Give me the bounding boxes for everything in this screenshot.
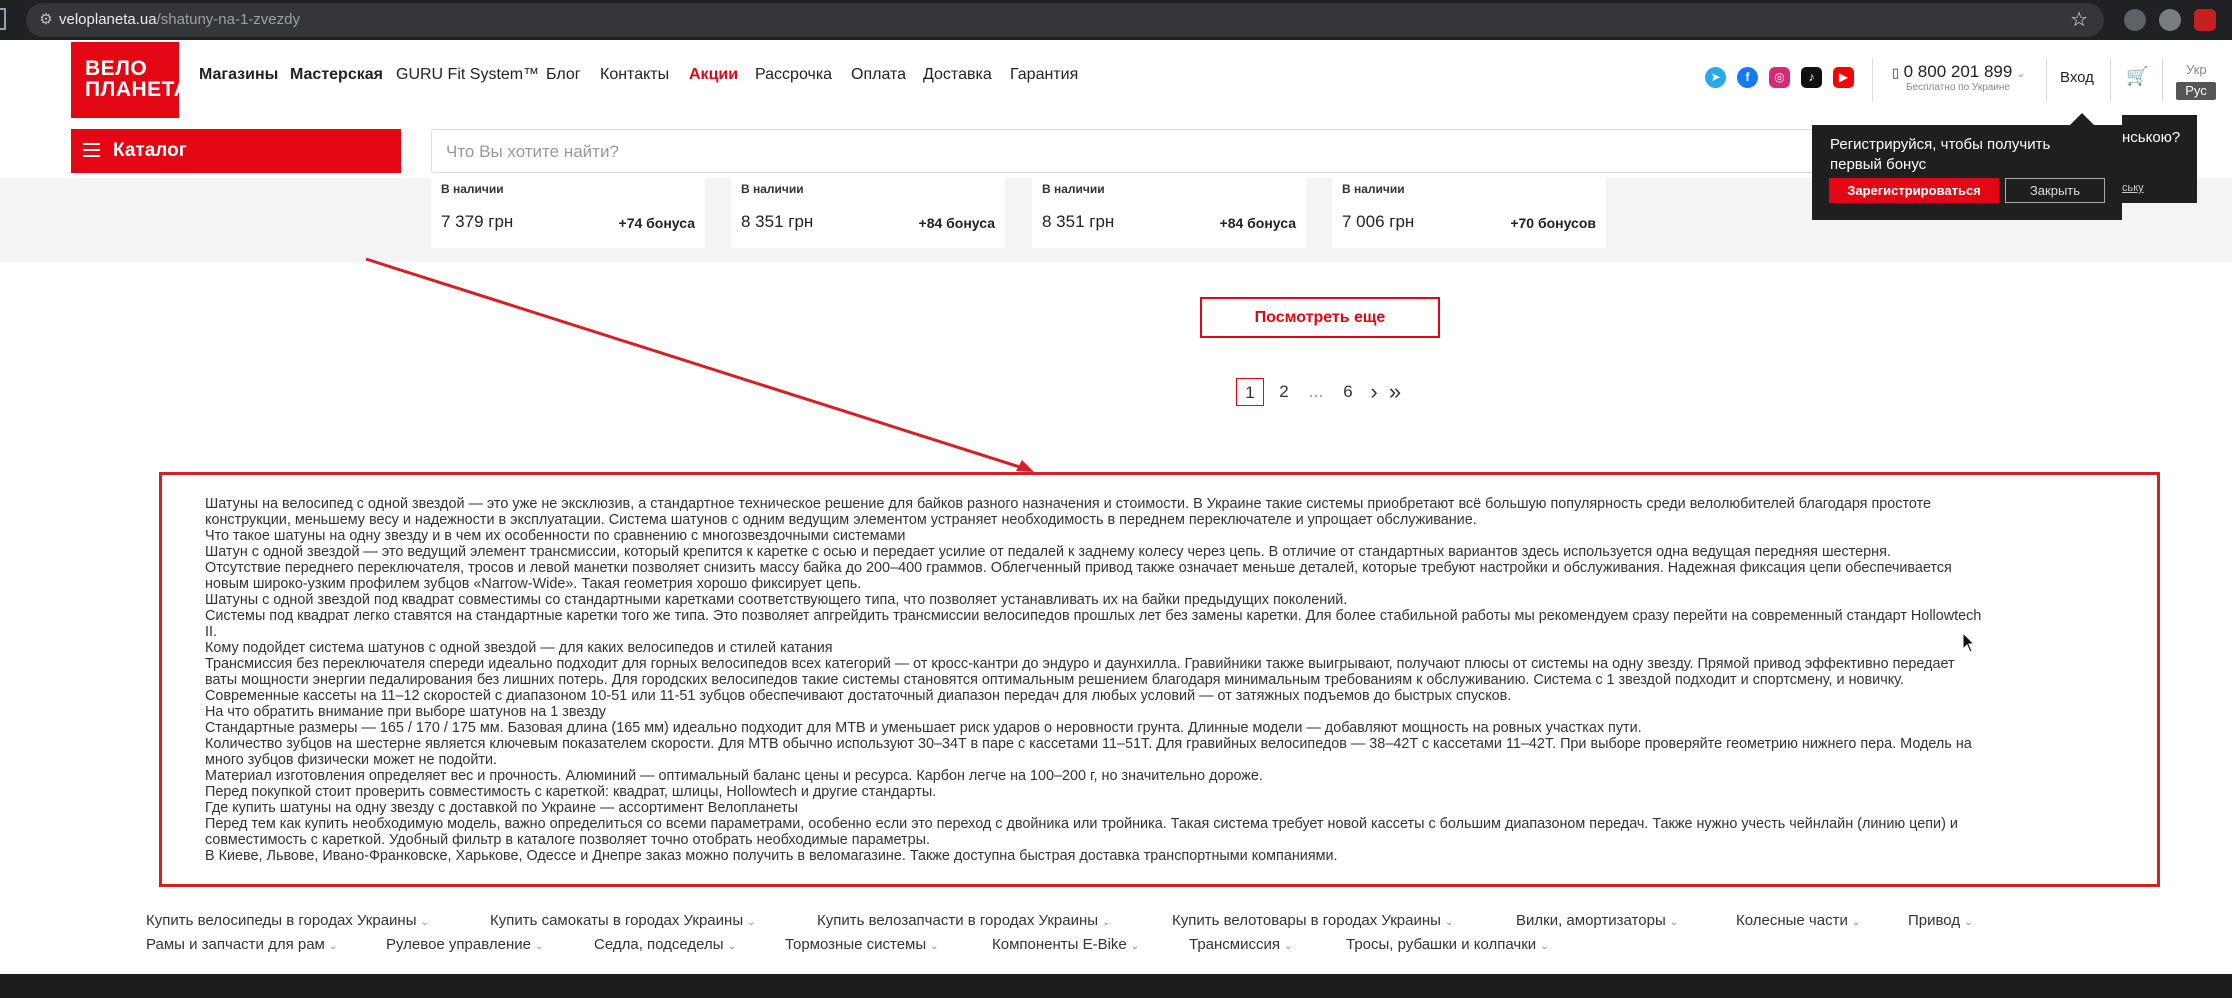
footer-link[interactable]: Вилки, амортизаторы ⌄ xyxy=(1516,912,1678,929)
chevron-down-icon: ⌄ xyxy=(1964,917,1973,928)
footer-link[interactable]: Компоненты E-Bike ⌄ xyxy=(992,936,1139,953)
chevron-down-icon: ⌄ xyxy=(1283,941,1293,952)
chevron-down-icon: ⌄ xyxy=(930,941,939,952)
footer-link[interactable]: Купить самокаты в городах Украины ⌄ xyxy=(490,912,756,929)
footer-link[interactable]: Купить велозапчасти в городах Украины ⌄ xyxy=(817,912,1110,929)
footer-link[interactable]: Колесные части ⌄ xyxy=(1736,912,1860,929)
footer-link[interactable]: Привод ⌄ xyxy=(1908,912,1972,929)
footer-link[interactable]: Купить велосипеды в городах Украины ⌄ xyxy=(146,912,429,929)
chevron-down-icon: ⌄ xyxy=(328,941,338,952)
chevron-down-icon: ⌄ xyxy=(1130,941,1140,952)
footer-link[interactable]: Тормозные системы ⌄ xyxy=(785,936,939,953)
footer-link[interactable]: Рулевое управление ⌄ xyxy=(386,936,543,953)
chevron-down-icon: ⌄ xyxy=(1540,941,1549,952)
mouse-cursor-icon xyxy=(1962,632,1976,653)
chevron-down-icon: ⌄ xyxy=(747,917,756,928)
footer-link[interactable]: Тросы, рубашки и колпачки ⌄ xyxy=(1346,936,1549,953)
chevron-down-icon: ⌄ xyxy=(1444,917,1454,928)
footer-bar xyxy=(0,974,2232,998)
chevron-down-icon: ⌄ xyxy=(534,941,544,952)
chevron-down-icon: ⌄ xyxy=(1669,917,1679,928)
chevron-down-icon: ⌄ xyxy=(420,917,429,928)
footer-link[interactable]: Купить велотовары в городах Украины ⌄ xyxy=(1172,912,1453,929)
footer-link[interactable]: Трансмиссия ⌄ xyxy=(1189,936,1292,953)
footer-link[interactable]: Седла, подседелы ⌄ xyxy=(594,936,736,953)
chevron-down-icon: ⌄ xyxy=(727,941,736,952)
annotation-arrow xyxy=(365,257,1034,472)
chevron-down-icon: ⌄ xyxy=(1851,917,1861,928)
footer-link[interactable]: Рамы и запчасти для рам ⌄ xyxy=(146,936,337,953)
chevron-down-icon: ⌄ xyxy=(1102,917,1111,928)
